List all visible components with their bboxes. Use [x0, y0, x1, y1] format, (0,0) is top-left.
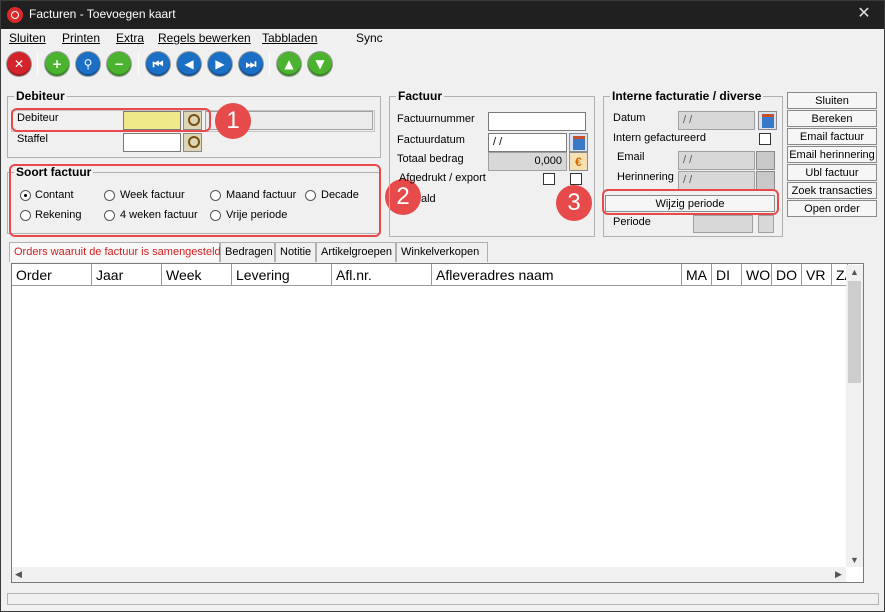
factuurnummer-label: Factuurnummer — [397, 113, 475, 125]
tab-bedragen[interactable]: Bedragen — [220, 242, 275, 262]
previous-icon[interactable]: ◀ — [177, 52, 201, 76]
herinnering-date-input[interactable]: / / — [678, 171, 755, 190]
staffel-label: Staffel — [17, 133, 48, 145]
status-bar — [7, 593, 879, 605]
scroll-down-icon[interactable]: ▼ — [850, 555, 859, 565]
datum-label: Datum — [613, 112, 646, 124]
up-icon[interactable]: ▲ — [277, 52, 301, 76]
column-header-ma[interactable]: MA — [682, 264, 712, 286]
scrollbar-thumb[interactable] — [848, 281, 861, 383]
toolbar-separator — [269, 53, 270, 75]
email-herinnering-button[interactable]: Email herinnering — [787, 146, 877, 163]
column-header-di[interactable]: DI — [712, 264, 742, 286]
periode-to-input[interactable] — [758, 215, 774, 233]
column-header-levering[interactable]: Levering — [232, 264, 332, 286]
search-icon[interactable]: ⚲ — [76, 52, 100, 76]
tab-orders[interactable]: Orders waaruit de factuur is samengestel… — [9, 242, 221, 262]
open-order-button[interactable]: Open order — [787, 200, 877, 217]
scroll-left-icon[interactable]: ◀ — [15, 569, 22, 580]
herinnering-label: Herinnering — [617, 171, 674, 183]
email-date-button[interactable] — [756, 151, 775, 170]
highlight-wijzig-periode — [602, 189, 779, 215]
scroll-right-icon[interactable]: ▶ — [835, 569, 842, 580]
factuurnummer-input[interactable] — [488, 112, 586, 131]
menu-regels-bewerken[interactable]: Regels bewerken — [158, 31, 251, 45]
bereken-button[interactable]: Bereken — [787, 110, 877, 127]
column-header-aflnr[interactable]: Afl.nr. — [332, 264, 432, 286]
factuurdatum-calendar-icon[interactable] — [569, 133, 588, 152]
app-logo-icon — [7, 7, 23, 23]
column-header-do[interactable]: DO — [772, 264, 802, 286]
toolbar: ✕ + ⚲ − ⏮ ◀ ▶ ⏭ ▲ ▼ — [1, 49, 884, 79]
add-icon[interactable]: + — [45, 52, 69, 76]
herinnering-date-button[interactable] — [756, 171, 775, 190]
tab-notitie[interactable]: Notitie — [275, 242, 316, 262]
column-header-week[interactable]: Week — [162, 264, 232, 286]
window-title: Facturen - Toevoegen kaart — [29, 7, 176, 21]
orders-grid[interactable]: Order Jaar Week Levering Afl.nr. Aflever… — [11, 263, 864, 583]
periode-from-input[interactable] — [693, 215, 753, 233]
menu-tabbladen[interactable]: Tabbladen — [262, 31, 317, 45]
menu-sync[interactable]: Sync — [356, 31, 383, 45]
last-icon[interactable]: ⏭ — [239, 52, 263, 76]
factuurdatum-label: Factuurdatum — [397, 134, 465, 146]
email-factuur-button[interactable]: Email factuur — [787, 128, 877, 145]
staffel-input[interactable] — [123, 133, 181, 152]
column-header-order[interactable]: Order — [12, 264, 92, 286]
interne-facturatie-title: Interne facturatie / diverse — [610, 89, 764, 103]
debiteur-group-title: Debiteur — [14, 89, 67, 103]
email-label: Email — [617, 151, 645, 163]
highlight-soort-factuur — [9, 164, 381, 237]
ubl-factuur-button[interactable]: Ubl factuur — [787, 164, 877, 181]
totaal-bedrag-label: Totaal bedrag — [397, 153, 464, 165]
close-icon[interactable]: ✕ — [7, 52, 31, 76]
euro-icon[interactable]: € — [569, 152, 588, 171]
step-badge-3: 3 — [556, 185, 592, 221]
export-checkbox[interactable] — [570, 173, 582, 185]
betaald-label: ald — [421, 193, 436, 205]
toolbar-separator — [37, 53, 38, 75]
column-header-jaar[interactable]: Jaar — [92, 264, 162, 286]
datum-calendar-icon[interactable] — [758, 111, 777, 130]
zoek-transacties-button[interactable]: Zoek transacties — [787, 182, 877, 199]
tab-winkelverkopen[interactable]: Winkelverkopen — [396, 242, 488, 262]
menu-extra[interactable]: Extra — [116, 31, 144, 45]
factuurdatum-input[interactable]: / / — [488, 133, 567, 152]
afgedrukt-export-label: Afgedrukt / export — [399, 172, 486, 184]
menu-sluiten[interactable]: Sluiten — [9, 31, 46, 45]
step-badge-1: 1 — [215, 103, 251, 139]
factuur-group-title: Factuur — [396, 89, 445, 103]
window-close-button[interactable]: ✕ — [854, 4, 874, 24]
title-bar: Facturen - Toevoegen kaart ✕ — [1, 1, 884, 29]
facturen-window: Facturen - Toevoegen kaart ✕ Sluiten Pri… — [0, 0, 885, 612]
remove-icon[interactable]: − — [107, 52, 131, 76]
scroll-up-icon[interactable]: ▲ — [850, 267, 859, 277]
highlight-debiteur — [11, 108, 211, 132]
column-header-vr[interactable]: VR — [802, 264, 832, 286]
menu-bar: Sluiten Printen Extra Regels bewerken Ta… — [1, 29, 884, 47]
totaal-bedrag-value: 0,000 — [488, 152, 567, 171]
periode-label: Periode — [613, 216, 651, 228]
datum-input[interactable]: / / — [678, 111, 755, 130]
column-header-afleveradres-naam[interactable]: Afleveradres naam — [432, 264, 682, 286]
grid-horizontal-scrollbar[interactable]: ◀ ▶ — [12, 567, 846, 582]
down-icon[interactable]: ▼ — [308, 52, 332, 76]
next-icon[interactable]: ▶ — [208, 52, 232, 76]
grid-vertical-scrollbar[interactable]: ▲ ▼ — [846, 265, 863, 567]
intern-gefactureerd-checkbox[interactable] — [759, 133, 771, 145]
staffel-lookup-icon[interactable] — [183, 133, 202, 152]
sluiten-button[interactable]: Sluiten — [787, 92, 877, 109]
afgedrukt-checkbox[interactable] — [543, 173, 555, 185]
toolbar-separator — [138, 53, 139, 75]
email-date-input[interactable]: / / — [678, 151, 755, 170]
column-header-wo[interactable]: WO — [742, 264, 772, 286]
intern-gefactureerd-label: Intern gefactureerd — [613, 132, 706, 144]
first-icon[interactable]: ⏮ — [146, 52, 170, 76]
tab-artikelgroepen[interactable]: Artikelgroepen — [316, 242, 396, 262]
menu-printen[interactable]: Printen — [62, 31, 100, 45]
